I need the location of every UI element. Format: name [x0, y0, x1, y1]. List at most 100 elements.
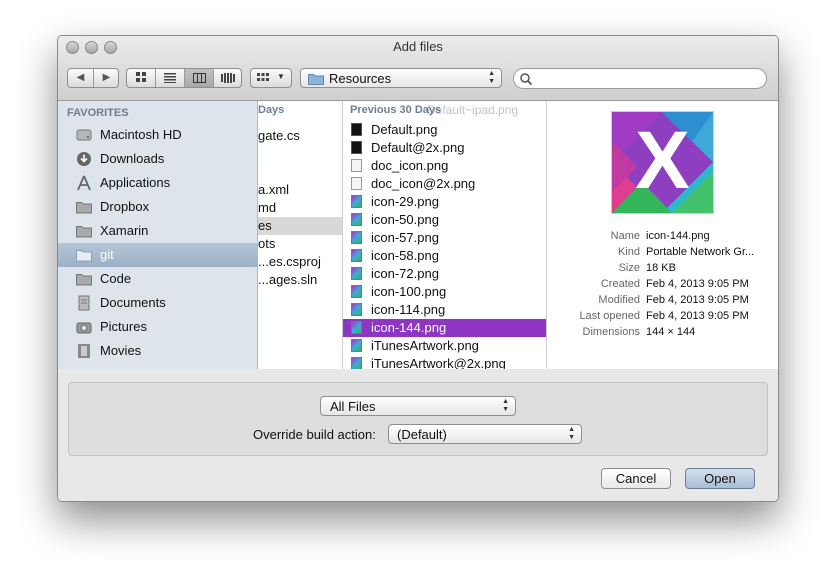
file-row-selected[interactable]: icon-144.png: [343, 319, 546, 337]
hard-drive-icon: [76, 129, 92, 141]
file-name: icon-58.png: [371, 248, 439, 263]
sidebar-item-label: Documents: [100, 295, 166, 310]
file-row[interactable]: Default@2x.png: [343, 139, 546, 157]
meta-value: Portable Network Gr...: [646, 246, 755, 258]
file-name: icon-100.png: [371, 284, 447, 299]
sidebar-item-code[interactable]: Code: [58, 267, 257, 291]
coverflow-view-button[interactable]: [214, 69, 242, 87]
file-row[interactable]: icon-72.png: [343, 265, 546, 283]
image-file-icon: [351, 195, 362, 208]
browser-column-2: Default~ipad.png Previous 30 Days Defaul…: [343, 101, 547, 369]
sidebar-item-documents[interactable]: Documents: [58, 291, 257, 315]
location-label: Resources: [329, 71, 392, 86]
black-image-file-icon: [351, 141, 362, 154]
location-popup[interactable]: Resources ▲ ▼: [300, 68, 502, 88]
cancel-button[interactable]: Cancel: [601, 468, 671, 489]
back-arrow-icon: ◀: [76, 72, 85, 83]
sidebar-item-label: Xamarin: [100, 223, 149, 238]
applications-icon: [77, 175, 91, 191]
file-name: icon-114.png: [371, 302, 446, 317]
file-name: iTunesArtwork@2x.png: [371, 356, 506, 369]
back-button[interactable]: ◀: [68, 69, 94, 87]
documents-icon: [78, 295, 90, 311]
window-title: Add files: [393, 39, 443, 54]
file-row[interactable]: icon-100.png: [343, 283, 546, 301]
sidebar-item-xamarin[interactable]: Xamarin: [58, 219, 257, 243]
build-action-popup[interactable]: (Default) ▲ ▼: [388, 424, 582, 444]
document-file-icon: [351, 159, 362, 172]
search-field[interactable]: [513, 68, 767, 89]
sidebar-item-dropbox[interactable]: Dropbox: [58, 195, 257, 219]
sidebar-item-macintosh-hd[interactable]: Macintosh HD: [58, 123, 257, 147]
sidebar-item-pictures[interactable]: Pictures: [58, 315, 257, 339]
image-file-icon: [351, 339, 362, 352]
list-item-selected[interactable]: es: [258, 217, 342, 235]
image-file-icon: [351, 303, 362, 316]
image-file-icon: [351, 249, 362, 262]
sidebar-item-label: Code: [100, 271, 132, 286]
icon-view-button[interactable]: [127, 69, 156, 87]
file-row[interactable]: doc_icon@2x.png: [343, 175, 546, 193]
forward-button[interactable]: ▶: [94, 69, 119, 87]
search-input[interactable]: [536, 71, 760, 88]
folder-icon: [76, 202, 92, 214]
updown-arrows-icon: ▲ ▼: [568, 426, 575, 441]
titlebar: Add files ◀ ▶ ▼ Resources ▲ ▼: [58, 36, 778, 101]
column-view-button[interactable]: [185, 69, 214, 87]
build-action-label: Override build action:: [253, 427, 376, 442]
file-row[interactable]: Default.png: [343, 121, 546, 139]
list-view-button[interactable]: [156, 69, 185, 87]
file-row[interactable]: iTunesArtwork@2x.png: [343, 355, 546, 369]
file-row[interactable]: icon-29.png: [343, 193, 546, 211]
file-filter-value: All Files: [330, 399, 376, 414]
file-name: icon-29.png: [371, 194, 439, 209]
meta-key: Kind: [617, 246, 640, 258]
list-item[interactable]: md: [258, 199, 342, 217]
sidebar-item-label: git: [100, 247, 114, 262]
folder-icon: [76, 250, 92, 262]
list-item[interactable]: ...ages.sln: [258, 271, 342, 289]
file-row[interactable]: iTunesArtwork.png: [343, 337, 546, 355]
file-name: doc_icon.png: [371, 158, 449, 173]
meta-value: Feb 4, 2013 9:05 PM: [646, 278, 749, 290]
file-name: icon-72.png: [371, 266, 439, 281]
file-name: Default@2x.png: [371, 140, 465, 155]
meta-key: Dimensions: [582, 326, 640, 338]
sidebar-item-movies[interactable]: Movies: [58, 339, 257, 363]
folder-icon: [76, 226, 92, 238]
file-row[interactable]: icon-57.png: [343, 229, 546, 247]
file-filter-popup[interactable]: All Files ▲ ▼: [320, 396, 516, 416]
document-file-icon: [351, 177, 362, 190]
nav-button-group: ◀ ▶: [67, 68, 119, 88]
list-item[interactable]: ots: [258, 235, 342, 253]
file-row[interactable]: icon-114.png: [343, 301, 546, 319]
image-file-icon: [351, 267, 362, 280]
sidebar-item-git[interactable]: git: [58, 243, 257, 267]
browser-column-1: Days gate.cs a.xml md es ots ...es.cspro…: [258, 101, 343, 369]
image-file-icon: [351, 321, 362, 334]
meta-key: Modified: [598, 294, 640, 306]
file-row[interactable]: icon-50.png: [343, 211, 546, 229]
image-file-icon: [351, 285, 362, 298]
camera-icon: [76, 322, 92, 334]
column-header: Days: [258, 104, 285, 116]
coverflow-view-icon: [221, 73, 235, 83]
arrange-button[interactable]: ▼: [250, 68, 292, 88]
sidebar-item-downloads[interactable]: Downloads: [58, 147, 257, 171]
list-item[interactable]: gate.cs: [258, 127, 342, 145]
downloads-icon: [77, 152, 91, 166]
icon-view-icon: [135, 72, 146, 82]
meta-key: Last opened: [579, 310, 640, 322]
file-row[interactable]: doc_icon.png: [343, 157, 546, 175]
open-button[interactable]: Open: [685, 468, 755, 489]
sidebar-item-applications[interactable]: Applications: [58, 171, 257, 195]
file-row[interactable]: icon-58.png: [343, 247, 546, 265]
file-name: icon-50.png: [371, 212, 439, 227]
meta-value: icon-144.png: [646, 230, 710, 242]
image-file-icon: [351, 213, 362, 226]
sidebar-item-label: Pictures: [100, 319, 147, 334]
list-item[interactable]: a.xml: [258, 181, 342, 199]
sidebar-item-label: Downloads: [100, 151, 165, 166]
list-item[interactable]: ...es.csproj: [258, 253, 342, 271]
column-header: Previous 30 Days: [350, 104, 442, 116]
